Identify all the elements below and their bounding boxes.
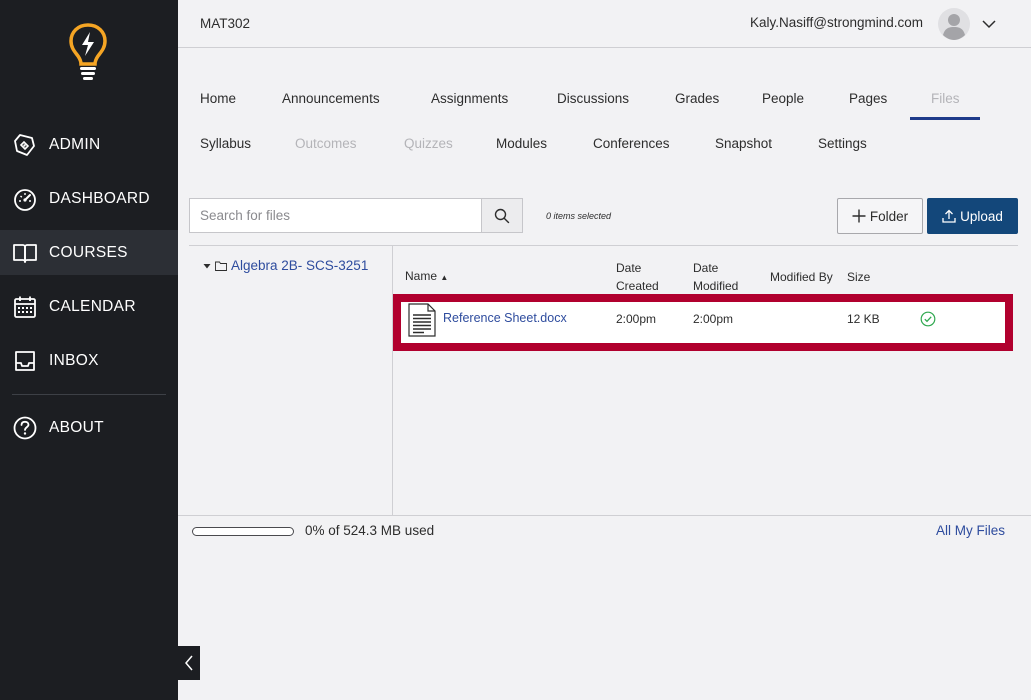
sidebar-item-label: CALENDAR	[49, 297, 136, 315]
lightbulb-logo-icon	[69, 23, 107, 80]
tree-divider	[392, 246, 393, 516]
column-header-date-modified[interactable]: Date Modified	[693, 259, 738, 295]
column-header-name[interactable]: Name ▲	[405, 267, 448, 287]
tab-conferences[interactable]: Conferences	[593, 136, 670, 151]
tab-pages[interactable]: Pages	[849, 91, 887, 106]
folder-icon	[215, 261, 227, 271]
avatar-icon[interactable]	[938, 8, 970, 40]
sidebar-item-label: ABOUT	[49, 418, 104, 436]
file-size: 12 KB	[847, 312, 880, 326]
inbox-tray-icon	[15, 350, 35, 371]
speedometer-icon	[14, 188, 36, 211]
items-selected-count: 0 items selected	[546, 211, 612, 221]
all-my-files-link[interactable]: All My Files	[936, 523, 1005, 538]
sidebar-item-label: DASHBOARD	[49, 189, 150, 207]
tab-snapshot[interactable]: Snapshot	[715, 136, 772, 151]
sidebar-item-inbox[interactable]: INBOX	[0, 338, 178, 383]
add-folder-button[interactable]: Folder	[837, 198, 923, 234]
column-header-size[interactable]: Size	[847, 268, 870, 286]
folder-tree-root[interactable]: Algebra 2B- SCS-3251	[203, 258, 368, 273]
sidebar-item-label: ADMIN	[49, 135, 101, 153]
user-email: Kaly.Nasiff@strongmind.com	[749, 15, 923, 30]
open-book-icon	[13, 243, 37, 263]
sidebar-item-admin[interactable]: ADMIN	[0, 122, 178, 167]
question-circle-icon	[13, 416, 37, 439]
tab-discussions[interactable]: Discussions	[557, 91, 629, 106]
tab-home[interactable]: Home	[200, 91, 236, 106]
tab-outcomes[interactable]: Outcomes	[295, 136, 357, 151]
sidebar-item-about[interactable]: ABOUT	[0, 405, 178, 450]
file-name-link[interactable]: Reference Sheet.docx	[443, 311, 567, 325]
tab-quizzes[interactable]: Quizzes	[404, 136, 453, 151]
document-file-icon	[408, 303, 436, 337]
tab-syllabus[interactable]: Syllabus	[200, 136, 251, 151]
sidebar-collapse-button[interactable]	[178, 646, 200, 680]
tab-settings[interactable]: Settings	[818, 136, 867, 151]
published-check-icon[interactable]	[920, 311, 936, 327]
search-input[interactable]	[189, 198, 482, 233]
storage-quota-bar	[192, 527, 294, 536]
browser-divider	[189, 245, 1018, 246]
sidebar-divider	[12, 394, 166, 395]
upload-icon	[942, 209, 956, 223]
folder-tree-label: Algebra 2B- SCS-3251	[231, 258, 369, 273]
course-code: MAT302	[200, 16, 251, 31]
file-date-created: 2:00pm	[616, 312, 657, 326]
footer-divider	[178, 515, 1031, 516]
storage-quota-text: 0% of 524.3 MB used	[305, 523, 435, 538]
sidebar-item-label: INBOX	[49, 351, 99, 369]
column-header-date-created[interactable]: Date Created	[616, 259, 659, 295]
sidebar-item-courses[interactable]: COURSES	[0, 230, 178, 275]
upload-button[interactable]: Upload	[927, 198, 1018, 234]
upload-label: Upload	[960, 208, 1003, 224]
top-header: MAT302 Kaly.Nasiff@strongmind.com	[178, 0, 1031, 48]
tab-assignments[interactable]: Assignments	[431, 91, 508, 106]
sidebar-item-calendar[interactable]: CALENDAR	[0, 284, 178, 329]
column-header-modified-by[interactable]: Modified By	[770, 268, 833, 286]
active-tab-indicator	[910, 117, 980, 120]
sidebar-item-label: COURSES	[49, 243, 128, 261]
search-icon	[494, 208, 510, 223]
chevron-down-icon[interactable]	[981, 16, 997, 32]
sort-ascending-icon: ▲	[440, 273, 449, 282]
caret-down-icon[interactable]	[203, 262, 211, 270]
add-folder-label: Folder	[869, 208, 909, 224]
tab-announcements[interactable]: Announcements	[282, 91, 380, 106]
sidebar-item-dashboard[interactable]: DASHBOARD	[0, 176, 178, 221]
plus-icon	[852, 209, 866, 223]
admin-shield-icon	[14, 133, 35, 156]
calendar-icon	[14, 296, 36, 318]
chevron-left-icon	[185, 655, 193, 671]
tab-files[interactable]: Files	[931, 91, 960, 106]
sidebar: ADMIN DASHBOARD COURSES CALENDAR INBOX A…	[0, 0, 178, 700]
tab-modules[interactable]: Modules	[496, 136, 547, 151]
tab-people[interactable]: People	[762, 91, 804, 106]
tab-grades[interactable]: Grades	[675, 91, 719, 106]
search-button[interactable]	[481, 198, 523, 233]
file-date-modified: 2:00pm	[693, 312, 734, 326]
